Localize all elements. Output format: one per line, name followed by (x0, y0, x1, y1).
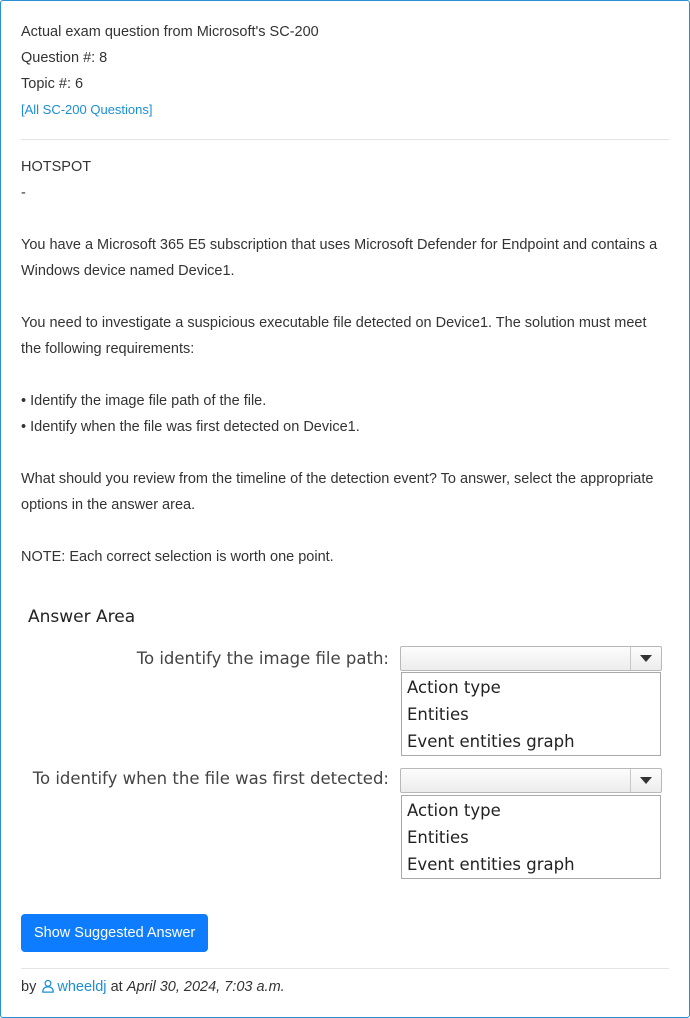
at-label: at (110, 979, 123, 995)
option-event-entities-graph[interactable]: Event entities graph (402, 728, 660, 755)
options-list-image-file-path: Action type Entities Event entities grap… (401, 672, 661, 756)
requirement-bullet: • Identify the image file path of the fi… (21, 393, 267, 409)
question-content: Actual exam question from Microsoft's SC… (21, 19, 669, 570)
user-icon (42, 979, 55, 993)
username-link[interactable]: wheeldj (57, 979, 106, 995)
chevron-down-icon (630, 769, 661, 792)
question-card: Actual exam question from Microsoft's SC… (0, 0, 690, 1018)
option-entities[interactable]: Entities (402, 701, 660, 728)
option-action-type[interactable]: Action type (402, 797, 660, 824)
chevron-down-icon (630, 647, 661, 670)
question-paragraph-3: What should you review from the timeline… (21, 471, 654, 513)
option-event-entities-graph[interactable]: Event entities graph (402, 851, 660, 878)
answer-area-title: Answer Area (28, 607, 136, 627)
footer-divider (21, 968, 669, 969)
question-paragraph-1: You have a Microsoft 365 E5 subscription… (21, 237, 658, 279)
prompt-first-detected: To identify when the file was first dete… (32, 769, 389, 788)
question-note: NOTE: Each correct selection is worth on… (21, 549, 334, 565)
requirement-bullet: • Identify when the file was first detec… (21, 419, 360, 435)
dropdown-image-file-path[interactable] (400, 646, 662, 671)
exam-title: Actual exam question from Microsoft's SC… (21, 24, 319, 40)
show-suggested-answer-button[interactable]: Show Suggested Answer (21, 914, 209, 952)
question-type: HOTSPOT (21, 159, 92, 175)
question-paragraph-2: You need to investigate a suspicious exe… (21, 315, 647, 357)
options-list-first-detected: Action type Entities Event entities grap… (401, 795, 661, 879)
header-divider (21, 139, 669, 140)
post-date: April 30, 2024, 7:03 a.m. (126, 979, 285, 995)
prompt-image-file-path: To identify the image file path: (136, 649, 389, 668)
topic-number: Topic #: 6 (21, 76, 84, 92)
dropdown-first-detected[interactable] (400, 768, 662, 793)
question-number: Question #: 8 (21, 50, 108, 66)
all-questions-link[interactable]: [All SC-200 Questions] (21, 97, 669, 123)
author-byline: by wheeldj at April 30, 2024, 7:03 a.m. (21, 976, 285, 998)
option-entities[interactable]: Entities (402, 824, 660, 851)
option-action-type[interactable]: Action type (402, 674, 660, 701)
question-dash: - (21, 185, 26, 201)
by-label: by (21, 979, 37, 995)
